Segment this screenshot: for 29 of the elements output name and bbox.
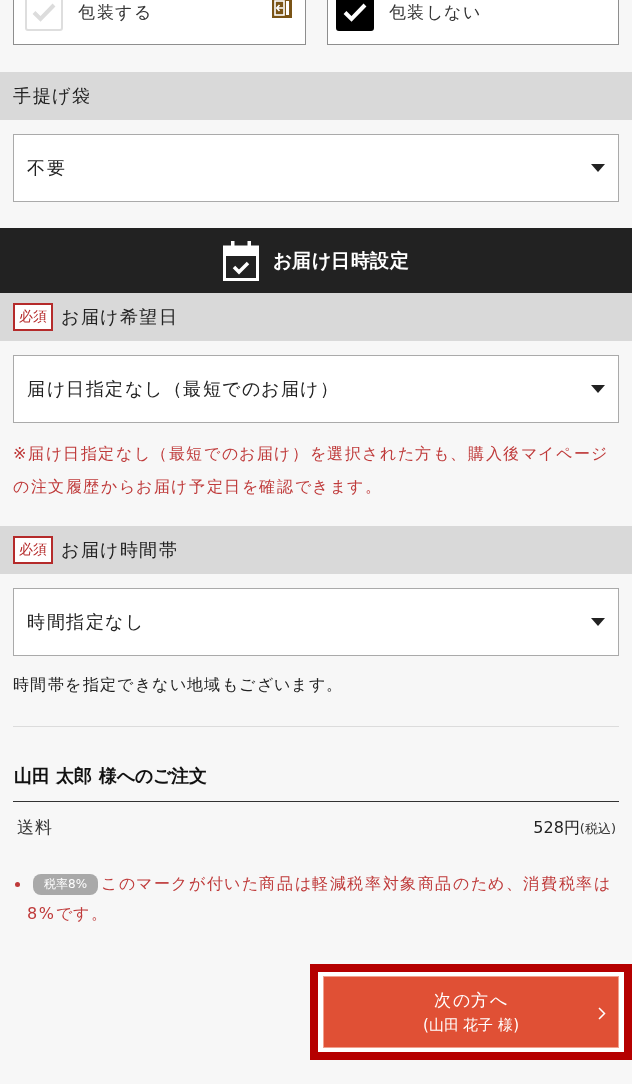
row-label: 送料 [17,816,53,839]
option-card[interactable]: 包装しない [326,0,619,45]
tax-note: (税込) [579,821,616,836]
section-header: 手提げ袋 [0,72,632,120]
option-label: 包装する [78,0,152,24]
field-note: ※届け日指定なし（最短でのお届け）を選択された方も、購入後マイページの注文履歴からお届け予定日を確認できます。 [13,443,610,498]
field-note: 時間帯を指定できない地域もございます。 [13,675,345,696]
price-text: 528円 [533,818,580,837]
option-card[interactable]: 包装する [13,0,306,45]
option-label: 包装しない [388,0,481,24]
bullet-icon [15,882,20,887]
required-badge: 必須 [13,536,53,564]
order-title: 山田 太郎 様へのご注文 [13,762,619,802]
dropdown[interactable]: 届け日指定なし（最短でのお届け） [13,355,619,423]
dropdown[interactable]: 不要 [13,134,619,202]
dropdown[interactable]: 時間指定なし [13,588,619,656]
section-title: お届け時間帯 [61,538,178,562]
tax-rate-note: 税率8% このマークが付いた商品は軽減税率対象商品のため、消費税率は8%です。 [13,869,619,929]
tax-rate-badge: 税率8% [33,874,99,895]
next-button[interactable]: 次の方へ (山田 花子 様) [323,976,619,1048]
section-title: お届け希望日 [61,305,178,329]
banner-title: お届け日時設定 [272,247,410,273]
chevron-right-icon [598,1007,606,1020]
caret-down-icon [591,164,605,172]
caret-down-icon [591,618,605,626]
checkbox[interactable] [335,0,374,31]
required-badge: 必須 [13,303,53,331]
caret-down-icon [591,385,605,393]
calendar-check-icon [222,240,259,281]
